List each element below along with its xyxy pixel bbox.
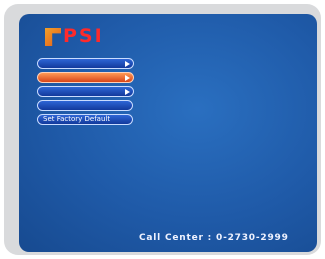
arrow-right-icon [125,89,130,95]
menu-item-1[interactable] [37,58,134,69]
main-menu: Set Factory Default [37,58,134,128]
arrow-right-icon [125,75,130,81]
menu-item-label: Set Factory Default [43,115,111,123]
tv-bezel: PSI Set Factory Default Call Center: 0-… [4,4,321,255]
tv-screen: PSI Set Factory Default Call Center: 0-… [19,14,317,252]
set-factory-default-button[interactable]: Set Factory Default [37,114,133,125]
menu-item-2-selected[interactable] [37,72,134,83]
psi-logo: PSI [45,25,125,52]
menu-item-4[interactable] [37,100,133,111]
arrow-right-icon [125,61,130,67]
psi-logo-mark-icon [45,28,61,46]
brand-name: PSI [63,25,104,47]
call-center-text: Call Center : 0-2730-2999 [139,233,289,243]
menu-item-3[interactable] [37,86,134,97]
